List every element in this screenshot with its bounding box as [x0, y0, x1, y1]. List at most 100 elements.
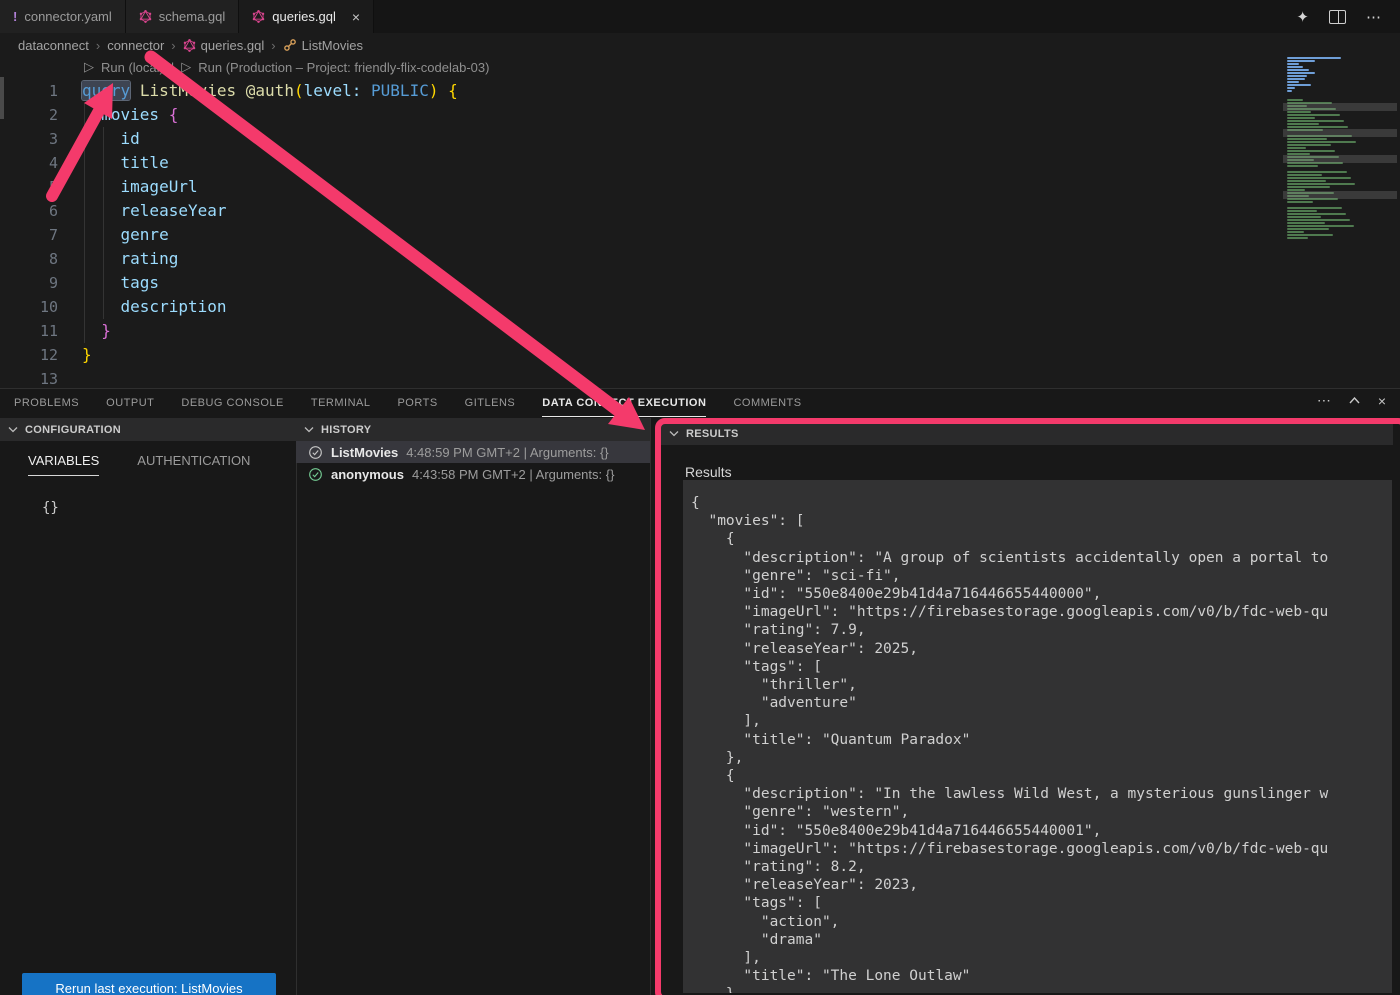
- line-number: 5: [0, 175, 82, 199]
- run-local-link[interactable]: Run (local): [101, 60, 164, 75]
- breadcrumb-label: ListMovies: [302, 38, 363, 53]
- code-line-11: 11 }: [0, 319, 1280, 343]
- split-editor-icon[interactable]: [1329, 10, 1346, 24]
- results-output-box: { "movies": [ { "description": "A group …: [683, 480, 1392, 993]
- breadcrumb-item-listmovies[interactable]: ListMovies: [283, 38, 363, 53]
- panel-tab-data-connect-execution[interactable]: DATA CONNECT EXECUTION: [542, 389, 706, 417]
- check-circle-icon-green: [308, 467, 323, 482]
- code-line-7: 7 genre: [0, 223, 1280, 247]
- results-header-label: RESULTS: [686, 428, 739, 440]
- tab-label: queries.gql: [272, 9, 336, 24]
- titlebar-actions: ✦ ⋯: [1296, 0, 1400, 33]
- line-number: 10: [0, 295, 82, 319]
- code-line-5: 5 imageUrl: [0, 175, 1280, 199]
- breadcrumb-separator: ›: [171, 38, 175, 53]
- breadcrumb-item-dataconnect[interactable]: dataconnect: [18, 38, 89, 53]
- editor-tab-connector-yaml[interactable]: ! connector.yaml: [0, 0, 126, 33]
- breadcrumb-item-connector[interactable]: connector: [107, 38, 164, 53]
- more-actions-icon[interactable]: ⋯: [1366, 8, 1382, 26]
- tab-label: schema.gql: [159, 9, 225, 24]
- yaml-warning-icon: !: [13, 9, 17, 24]
- code-line-2: 2 movies {: [0, 103, 1280, 127]
- code-line-6: 6 releaseYear: [0, 199, 1280, 223]
- panel-tab-problems[interactable]: PROBLEMS: [14, 389, 79, 417]
- history-entry-name: ListMovies: [331, 445, 398, 460]
- code-line-9: 9 tags: [0, 271, 1280, 295]
- panel-more-icon[interactable]: ⋯: [1317, 392, 1331, 409]
- panel-tab-comments[interactable]: COMMENTS: [733, 389, 801, 417]
- editor-tab-queries-gql[interactable]: queries.gql ×: [239, 0, 374, 33]
- editor-tab-bar: ! connector.yaml schema.gql queries.gql × ✦ …: [0, 0, 1400, 33]
- codelens-divider: |: [171, 60, 174, 75]
- rerun-last-execution-button[interactable]: Rerun last execution: ListMovies: [22, 973, 276, 995]
- line-number: 2: [0, 103, 82, 127]
- panel-close-icon[interactable]: ×: [1378, 393, 1386, 409]
- line-number: 4: [0, 151, 82, 175]
- editor-tab-schema-gql[interactable]: schema.gql: [126, 0, 239, 33]
- breadcrumb: dataconnect › connector › queries.gql › ListMo…: [0, 33, 1400, 57]
- chevron-down-icon: [8, 426, 18, 433]
- code-lines: 1query ListMovies @auth(level: PUBLIC) {…: [0, 79, 1280, 388]
- history-header-label: HISTORY: [321, 424, 371, 436]
- run-play-icon: ▷: [181, 59, 191, 75]
- tab-variables[interactable]: VARIABLES: [28, 453, 99, 476]
- variables-value[interactable]: {}: [0, 500, 296, 516]
- history-list: ListMovies 4:48:59 PM GMT+2 | Arguments: …: [296, 441, 650, 485]
- graphql-icon: [252, 10, 265, 23]
- line-number: 13: [0, 367, 82, 388]
- minimap[interactable]: [1283, 57, 1397, 243]
- configuration-tabs: VARIABLES AUTHENTICATION: [0, 453, 296, 476]
- panel-maximize-icon[interactable]: [1349, 397, 1360, 404]
- run-production-link[interactable]: Run (Production – Project: friendly-flix…: [198, 60, 489, 75]
- query-symbol-icon: [283, 38, 297, 52]
- panel-tab-output[interactable]: OUTPUT: [106, 389, 154, 417]
- configuration-header[interactable]: CONFIGURATION: [0, 418, 296, 441]
- history-entry-name: anonymous: [331, 467, 404, 482]
- results-section: RESULTS Results { "movies": [ { "descrip…: [650, 418, 1400, 995]
- breadcrumb-item-queries-gql[interactable]: queries.gql: [183, 38, 265, 53]
- codelens-bar: ▷ Run (local) | ▷ Run (Production – Proj…: [84, 59, 489, 75]
- history-entry-meta: 4:48:59 PM GMT+2 | Arguments: {}: [406, 445, 608, 460]
- chevron-down-icon: [304, 426, 314, 433]
- code-line-1: 1query ListMovies @auth(level: PUBLIC) {: [0, 79, 1280, 103]
- breadcrumb-separator: ›: [271, 38, 275, 53]
- graphql-icon: [183, 39, 196, 52]
- line-number: 1: [0, 79, 82, 103]
- breadcrumb-label: dataconnect: [18, 38, 89, 53]
- configuration-header-label: CONFIGURATION: [25, 424, 121, 436]
- history-entry-listmovies[interactable]: ListMovies 4:48:59 PM GMT+2 | Arguments: …: [296, 441, 650, 463]
- panel-body: CONFIGURATION VARIABLES AUTHENTICATION {…: [0, 418, 1400, 995]
- code-line-10: 10 description: [0, 295, 1280, 319]
- tab-close-icon[interactable]: ×: [352, 10, 360, 24]
- tab-label: connector.yaml: [24, 9, 111, 24]
- panel-tab-gitlens[interactable]: GITLENS: [465, 389, 516, 417]
- check-circle-icon-grey: [308, 445, 323, 460]
- results-header[interactable]: RESULTS: [661, 422, 1393, 445]
- breadcrumb-separator: ›: [96, 38, 100, 53]
- results-label: Results: [685, 464, 1400, 480]
- history-entry-anonymous[interactable]: anonymous4:43:58 PM GMT+2 | Arguments: {…: [296, 463, 650, 485]
- bottom-panel: PROBLEMS OUTPUT DEBUG CONSOLE TERMINAL PORTS…: [0, 388, 1400, 995]
- panel-tab-debug-console[interactable]: DEBUG CONSOLE: [181, 389, 283, 417]
- code-line-12: 12}: [0, 343, 1280, 367]
- line-number: 11: [0, 319, 82, 343]
- graphql-icon: [139, 10, 152, 23]
- history-section: HISTORY ListMovies 4:48:59 PM GMT+2 | Arg…: [296, 418, 651, 995]
- line-number: 7: [0, 223, 82, 247]
- panel-tab-bar: PROBLEMS OUTPUT DEBUG CONSOLE TERMINAL PORTS…: [0, 389, 1400, 417]
- line-number: 3: [0, 127, 82, 151]
- code-line-4: 4 title: [0, 151, 1280, 175]
- line-number: 12: [0, 343, 82, 367]
- panel-tab-terminal[interactable]: TERMINAL: [311, 389, 371, 417]
- tab-authentication[interactable]: AUTHENTICATION: [137, 453, 250, 476]
- history-header[interactable]: HISTORY: [296, 418, 650, 441]
- panel-tab-ports[interactable]: PORTS: [397, 389, 437, 417]
- code-editor[interactable]: ▷ Run (local) | ▷ Run (Production – Proj…: [0, 57, 1400, 388]
- breadcrumb-label: queries.gql: [201, 38, 265, 53]
- run-play-icon: ▷: [84, 59, 94, 75]
- panel-actions: ⋯ ×: [1317, 392, 1386, 409]
- copilot-sparkle-icon[interactable]: ✦: [1296, 8, 1309, 26]
- line-number: 8: [0, 247, 82, 271]
- results-json: { "movies": [ { "description": "A group …: [683, 480, 1392, 993]
- line-number: 9: [0, 271, 82, 295]
